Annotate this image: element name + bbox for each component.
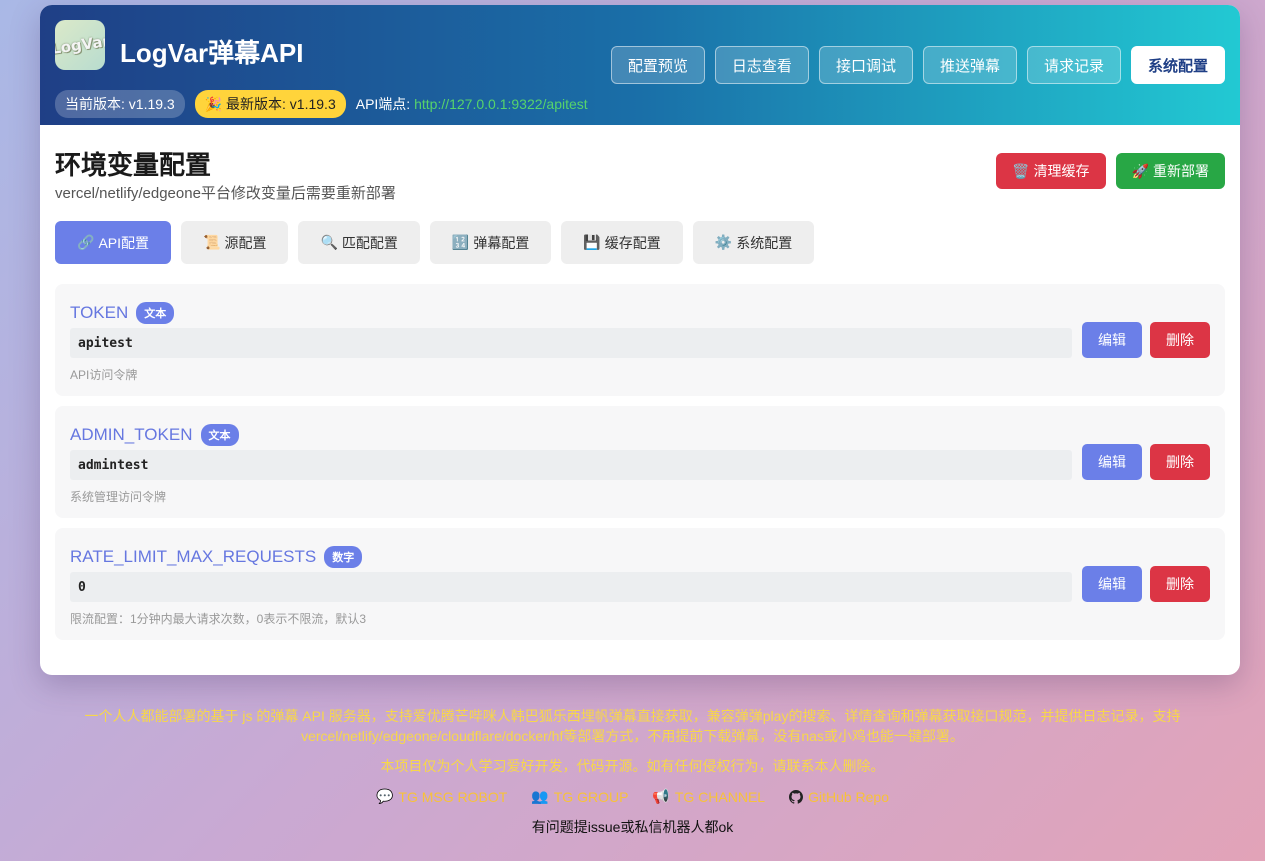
github-repo-link[interactable]: GitHub Repo bbox=[789, 788, 889, 805]
nav-log-view-button[interactable]: 日志查看 bbox=[714, 46, 809, 84]
env-var-item: TOKEN 文本 apitest API访问令牌 编辑 删除 bbox=[55, 284, 1225, 396]
github-icon bbox=[789, 789, 804, 804]
link-label: TG CHANNEL bbox=[674, 788, 766, 805]
app-title: LogVar弹幕API bbox=[120, 38, 304, 68]
env-var-name: RATE_LIMIT_MAX_REQUESTS bbox=[70, 547, 317, 566]
version-badges: 当前版本: v1.19.3 🎉 最新版本: v1.19.3 API端点: htt… bbox=[55, 90, 588, 118]
delete-button[interactable]: 删除 bbox=[1150, 322, 1210, 358]
speech-bubble-icon: 💬 bbox=[375, 788, 394, 804]
footer-links: 💬 TG MSG ROBOT 👥 TG GROUP 📢 TG CHANNEL G… bbox=[0, 788, 1265, 805]
tab-label: 系统配置 bbox=[736, 234, 793, 251]
env-var-actions: 编辑 删除 bbox=[1082, 444, 1210, 480]
app-logo: LogVar bbox=[55, 20, 105, 70]
top-nav: 配置预览 日志查看 接口调试 推送弹幕 请求记录 系统配置 bbox=[610, 46, 1225, 84]
link-label: TG MSG ROBOT bbox=[398, 788, 508, 805]
magnifier-icon: 🔍 bbox=[320, 234, 338, 250]
page-subtitle: vercel/netlify/edgeone平台修改变量后需要重新部署 bbox=[55, 185, 396, 202]
tab-label: API配置 bbox=[98, 234, 150, 251]
latest-version-badge: 🎉 最新版本: v1.19.3 bbox=[194, 90, 346, 118]
tab-danmaku-config[interactable]: 🔢 弹幕配置 bbox=[429, 221, 552, 264]
clear-cache-label: 清理缓存 bbox=[1033, 163, 1090, 179]
numbers-icon: 🔢 bbox=[451, 234, 470, 250]
megaphone-icon: 📢 bbox=[652, 788, 670, 804]
tg-robot-link[interactable]: 💬 TG MSG ROBOT bbox=[376, 788, 507, 805]
env-var-value: 0 bbox=[70, 572, 1072, 602]
redeploy-label: 重新部署 bbox=[1153, 163, 1209, 179]
nav-system-config-button[interactable]: 系统配置 bbox=[1130, 46, 1225, 84]
tab-api-config[interactable]: 🔗 API配置 bbox=[55, 221, 172, 264]
link-label: TG GROUP bbox=[553, 788, 629, 805]
trash-icon: 🗑️ bbox=[1012, 162, 1030, 179]
tab-cache-config[interactable]: 💾 缓存配置 bbox=[561, 221, 683, 264]
people-icon: 👥 bbox=[531, 788, 549, 804]
link-label: GitHub Repo bbox=[808, 788, 890, 805]
delete-button[interactable]: 删除 bbox=[1150, 566, 1210, 602]
edit-button[interactable]: 编辑 bbox=[1082, 322, 1142, 358]
footer-disclaimer: 本项目仅为个人学习爱好开发，代码开源。如有任何侵权行为，请联系本人删除。 bbox=[380, 758, 885, 774]
scroll-icon: 📜 bbox=[203, 234, 221, 250]
nav-api-debug-button[interactable]: 接口调试 bbox=[818, 46, 913, 84]
tab-source-config[interactable]: 📜 源配置 bbox=[181, 221, 289, 264]
gear-icon: ⚙️ bbox=[714, 234, 733, 250]
nav-request-records-button[interactable]: 请求记录 bbox=[1026, 46, 1121, 84]
env-var-name: TOKEN bbox=[70, 303, 129, 322]
env-var-header: TOKEN 文本 bbox=[70, 302, 175, 324]
nav-push-danmaku-button[interactable]: 推送弹幕 bbox=[922, 46, 1017, 84]
env-var-type-badge: 文本 bbox=[200, 424, 239, 446]
env-var-description: API访问令牌 bbox=[70, 368, 138, 382]
clear-cache-button[interactable]: 🗑️ 清理缓存 bbox=[996, 153, 1106, 189]
footer-contact: 有问题提issue或私信机器人都ok bbox=[531, 819, 734, 835]
edit-button[interactable]: 编辑 bbox=[1082, 566, 1142, 602]
app-header: LogVar LogVar弹幕API 当前版本: v1.19.3 🎉 最新版本:… bbox=[40, 5, 1240, 125]
tab-label: 匹配配置 bbox=[341, 234, 398, 251]
config-tabs: 🔗 API配置 📜 源配置 🔍 匹配配置 🔢 弹幕配置 💾 缓存配置 ⚙️ 系统… bbox=[55, 221, 815, 264]
delete-button[interactable]: 删除 bbox=[1150, 444, 1210, 480]
env-var-value: admintest bbox=[70, 450, 1072, 480]
tab-label: 弹幕配置 bbox=[473, 234, 530, 251]
tab-label: 缓存配置 bbox=[604, 234, 661, 251]
env-var-name: ADMIN_TOKEN bbox=[70, 425, 193, 444]
main-card: LogVar LogVar弹幕API 当前版本: v1.19.3 🎉 最新版本:… bbox=[40, 5, 1240, 675]
env-var-actions: 编辑 删除 bbox=[1082, 322, 1210, 358]
link-icon: 🔗 bbox=[77, 234, 95, 250]
tg-group-link[interactable]: 👥 TG GROUP bbox=[531, 788, 628, 805]
env-var-item: ADMIN_TOKEN 文本 admintest 系统管理访问令牌 编辑 删除 bbox=[55, 406, 1225, 518]
nav-config-preview-button[interactable]: 配置预览 bbox=[610, 46, 705, 84]
env-var-actions: 编辑 删除 bbox=[1082, 566, 1210, 602]
page-title: 环境变量配置 bbox=[55, 150, 212, 180]
endpoint-url[interactable]: http://127.0.0.1:9322/apitest bbox=[414, 96, 588, 112]
page-actions: 🗑️ 清理缓存 🚀 重新部署 bbox=[996, 153, 1225, 189]
endpoint-label: API端点: bbox=[355, 96, 415, 112]
tg-channel-link[interactable]: 📢 TG CHANNEL bbox=[652, 788, 765, 805]
api-endpoint: API端点: http://127.0.0.1:9322/apitest bbox=[356, 94, 588, 114]
tab-match-config[interactable]: 🔍 匹配配置 bbox=[298, 221, 420, 264]
env-var-description: 限流配置：1分钟内最大请求次数，0表示不限流，默认3 bbox=[70, 612, 367, 626]
page-footer: 一个人人都能部署的基于 js 的弹幕 API 服务器，支持爱优腾芒哔咪人韩巴狐乐… bbox=[0, 706, 1265, 837]
current-version-badge: 当前版本: v1.19.3 bbox=[55, 90, 185, 118]
env-var-value: apitest bbox=[70, 328, 1072, 358]
env-var-header: ADMIN_TOKEN 文本 bbox=[70, 424, 239, 446]
redeploy-button[interactable]: 🚀 重新部署 bbox=[1115, 153, 1225, 189]
env-var-item: RATE_LIMIT_MAX_REQUESTS 数字 0 限流配置：1分钟内最大… bbox=[55, 528, 1225, 640]
footer-description: 一个人人都能部署的基于 js 的弹幕 API 服务器，支持爱优腾芒哔咪人韩巴狐乐… bbox=[84, 708, 1181, 744]
env-var-description: 系统管理访问令牌 bbox=[70, 490, 167, 504]
logo-text: LogVar bbox=[55, 31, 105, 59]
env-var-header: RATE_LIMIT_MAX_REQUESTS 数字 bbox=[70, 546, 363, 568]
edit-button[interactable]: 编辑 bbox=[1082, 444, 1142, 480]
rocket-icon: 🚀 bbox=[1131, 162, 1149, 179]
floppy-disk-icon: 💾 bbox=[583, 234, 601, 250]
env-var-type-badge: 数字 bbox=[324, 546, 363, 568]
env-var-list: TOKEN 文本 apitest API访问令牌 编辑 删除 ADMIN_TOK… bbox=[55, 284, 1225, 650]
tab-label: 源配置 bbox=[224, 234, 267, 251]
env-var-type-badge: 文本 bbox=[136, 302, 175, 324]
tab-system-config[interactable]: ⚙️ 系统配置 bbox=[692, 221, 815, 264]
